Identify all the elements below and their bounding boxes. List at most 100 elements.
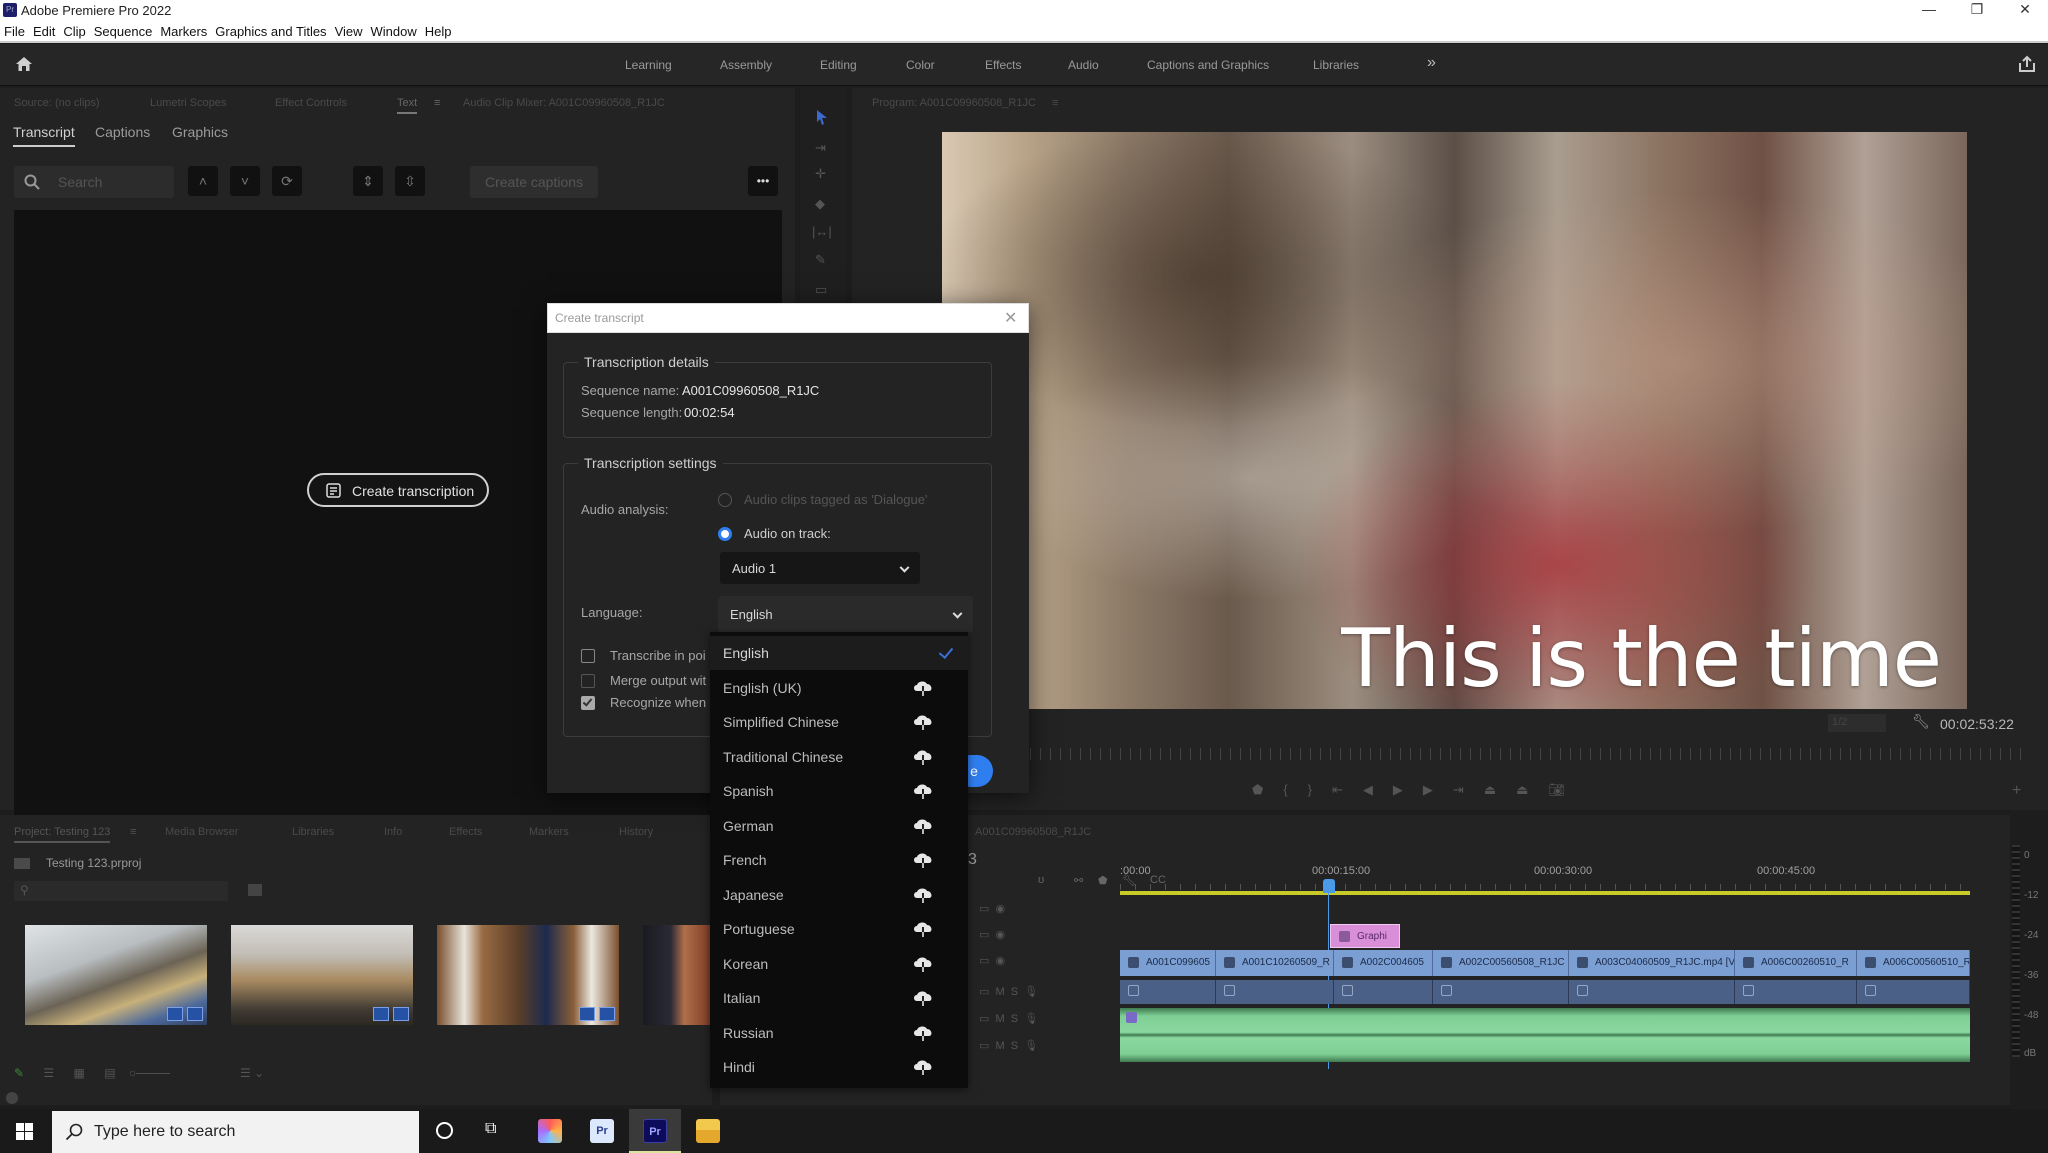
language-option[interactable]: English — [710, 636, 968, 670]
language-option[interactable]: Simplified Chinese — [710, 705, 968, 739]
workspace-editing[interactable]: Editing — [820, 58, 857, 72]
tab-text[interactable]: Text — [397, 97, 418, 114]
search-previous-button[interactable]: ˄ — [188, 166, 218, 196]
cloud-download-icon[interactable] — [912, 851, 934, 869]
icon-view-icon[interactable]: ▦ — [74, 1066, 85, 1080]
menu-clip[interactable]: Clip — [59, 21, 89, 39]
radio-dialogue-clips[interactable] — [718, 493, 732, 507]
refresh-icon[interactable]: ⟳ — [272, 166, 302, 196]
tab-lumetri-scopes[interactable]: Lumetri Scopes — [150, 97, 226, 109]
go-to-in-icon[interactable]: ⇤ — [1332, 782, 1363, 797]
clip-thumbnail[interactable] — [25, 925, 207, 1025]
graphic-clip[interactable]: Graphi — [1330, 924, 1400, 948]
expand-all-icon[interactable]: ⇕ — [353, 166, 383, 196]
create-transcription-button[interactable]: Create transcription — [307, 473, 489, 507]
language-select[interactable]: English — [718, 596, 973, 632]
workspace-overflow-button[interactable]: » — [1427, 54, 1436, 72]
workspace-assembly[interactable]: Assembly — [720, 58, 772, 72]
step-back-icon[interactable]: ◀ — [1363, 782, 1393, 797]
create-captions-button[interactable]: Create captions — [470, 166, 598, 198]
checkbox-recognize-speakers[interactable] — [581, 696, 595, 710]
tab-audio-clip-mixer[interactable]: Audio Clip Mixer: A001C09960508_R1JC — [463, 97, 665, 109]
more-options-button[interactable]: ••• — [748, 166, 778, 196]
share-icon[interactable] — [2018, 55, 2036, 73]
zoom-slider[interactable]: ○──── — [129, 1066, 170, 1080]
windows-start-icon[interactable] — [16, 1123, 33, 1140]
video-clip[interactable]: A006C00260510_R — [1735, 950, 1857, 976]
track-v2-header[interactable]: ▭ ◉ — [979, 928, 1005, 941]
video-clip[interactable]: A002C00560508_R1JC — [1433, 950, 1569, 976]
checkbox-transcribe-in-out[interactable] — [581, 649, 595, 663]
subtab-captions[interactable]: Captions — [95, 124, 150, 140]
wrench-icon[interactable]: 🔧︎ — [1912, 713, 1930, 730]
cloud-download-icon[interactable] — [912, 1058, 934, 1076]
dialog-close-icon[interactable]: ✕ — [1004, 308, 1017, 328]
subtab-transcript[interactable]: Transcript — [13, 124, 75, 147]
tab-effects[interactable]: Effects — [449, 826, 482, 838]
menu-graphics-and-titles[interactable]: Graphics and Titles — [211, 21, 330, 39]
track-v3-header[interactable]: ▭ ◉ — [979, 902, 1005, 915]
audio-clip[interactable] — [1569, 980, 1735, 1004]
write-protect-icon[interactable]: ✎ — [14, 1066, 24, 1080]
panel-menu-icon[interactable]: ≡ — [1052, 97, 1058, 109]
go-to-out-icon[interactable]: ⇥ — [1453, 782, 1484, 797]
menu-view[interactable]: View — [331, 21, 367, 39]
track-a1-header[interactable]: ▭ M S 🎙︎ — [979, 985, 1038, 998]
restore-button[interactable]: ❐ — [1954, 0, 2000, 21]
zoom-level-select[interactable]: 1/2 — [1828, 714, 1886, 732]
linked-selection-icon[interactable]: ⚯ — [1074, 874, 1083, 887]
time-ruler[interactable] — [1120, 884, 1970, 890]
export-frame-icon[interactable]: 📷︎ — [1548, 782, 1585, 797]
track-a2-header[interactable]: ▭ M S 🎙︎ — [979, 1012, 1038, 1025]
menu-file[interactable]: File — [0, 21, 29, 39]
audio-clip[interactable] — [1334, 980, 1433, 1004]
clip-thumbnail[interactable] — [437, 925, 619, 1025]
workspace-learning[interactable]: Learning — [625, 58, 672, 72]
search-next-button[interactable]: ˅ — [230, 166, 260, 196]
selection-tool-icon[interactable] — [814, 108, 830, 126]
checkbox-merge-output[interactable] — [581, 674, 595, 688]
premiere-beta-icon[interactable]: Pr — [590, 1119, 614, 1143]
slip-tool-icon[interactable]: |↔| — [812, 224, 832, 239]
audio-clip[interactable] — [1735, 980, 1857, 1004]
music-audio-clip[interactable] — [1120, 1008, 1970, 1062]
tab-source[interactable]: Source: (no clips) — [14, 97, 100, 109]
program-scrub-ruler[interactable] — [1030, 748, 2030, 760]
tab-effect-controls[interactable]: Effect Controls — [275, 97, 347, 109]
subtab-graphics[interactable]: Graphics — [172, 124, 228, 140]
play-icon[interactable]: ▶ — [1393, 782, 1423, 797]
language-option[interactable]: French — [710, 843, 968, 877]
tab-info[interactable]: Info — [384, 826, 402, 838]
lift-icon[interactable]: ⏏ — [1484, 782, 1516, 797]
language-option[interactable]: German — [710, 809, 968, 843]
list-view-icon[interactable]: ☰ — [43, 1066, 54, 1080]
video-clip[interactable]: A006C00560510_R — [1857, 950, 1970, 976]
cloud-download-icon[interactable] — [912, 920, 934, 938]
menu-edit[interactable]: Edit — [29, 21, 59, 39]
cloud-download-icon[interactable] — [912, 1024, 934, 1042]
language-option[interactable]: Portuguese — [710, 912, 968, 946]
workspace-audio[interactable]: Audio — [1068, 58, 1099, 72]
snap-icon[interactable]: ʊ — [1038, 874, 1044, 886]
panel-menu-icon[interactable]: ≡ — [130, 826, 136, 838]
color-app-icon[interactable] — [538, 1119, 562, 1143]
tab-media-browser[interactable]: Media Browser — [165, 826, 238, 838]
transcript-search-input[interactable]: Search — [14, 166, 174, 198]
add-button-icon[interactable]: + — [2012, 782, 2021, 800]
cloud-download-icon[interactable] — [912, 713, 934, 731]
cloud-download-icon[interactable] — [912, 748, 934, 766]
razor-tool-icon[interactable]: ◆ — [815, 196, 825, 212]
timeline-tab[interactable]: A001C09960508_R1JC — [975, 826, 1091, 838]
playhead-handle[interactable] — [1323, 879, 1335, 893]
task-view-icon[interactable]: ⧉ — [485, 1120, 496, 1138]
video-clip[interactable]: A003C04060509_R1JC.mp4 [V] — [1569, 950, 1735, 976]
audio-clip[interactable] — [1857, 980, 1970, 1004]
language-option[interactable]: Japanese — [710, 878, 968, 912]
clip-thumbnail[interactable] — [231, 925, 413, 1025]
project-search-input[interactable]: ⚲ — [14, 881, 228, 901]
add-marker-icon[interactable]: ⬟ — [1098, 874, 1108, 887]
menu-help[interactable]: Help — [421, 21, 456, 39]
add-marker-icon[interactable]: ⬟ — [1252, 782, 1283, 797]
video-clip[interactable]: A001C10260509_R — [1216, 950, 1334, 976]
taskbar-search-input[interactable]: Type here to search — [52, 1111, 419, 1153]
